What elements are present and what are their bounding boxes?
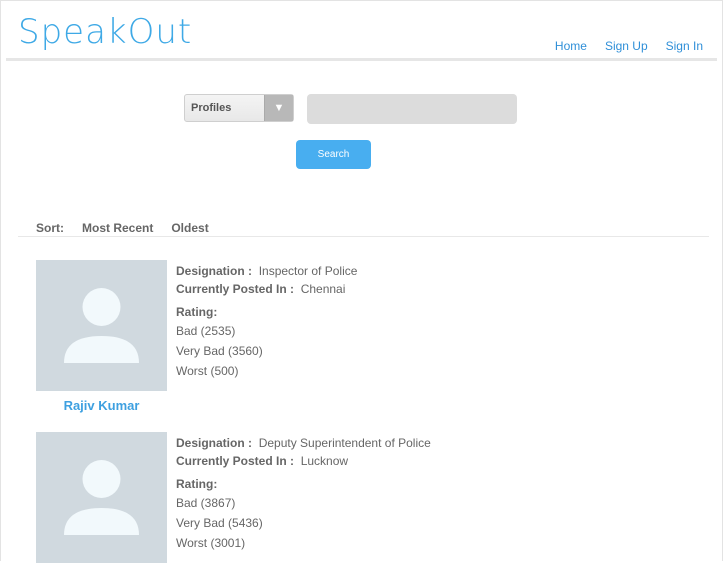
designation-label: Designation : [176, 436, 253, 450]
avatar[interactable] [36, 260, 167, 391]
logo[interactable]: SpeakOut [18, 12, 192, 52]
posted-label: Currently Posted In : [176, 282, 295, 296]
sort-bar: Sort: Most Recent Oldest [36, 221, 209, 235]
posted-value: Lucknow [300, 454, 349, 468]
designation-label: Designation : [176, 264, 253, 278]
rating-worst: Worst (500) [176, 364, 239, 378]
user-silhouette-icon [64, 460, 139, 535]
header-divider [6, 58, 717, 61]
nav-signup-link[interactable]: Sign Up [605, 39, 648, 53]
top-nav: Home Sign Up Sign In [555, 39, 703, 53]
dropdown-arrow[interactable]: ▼ [264, 95, 293, 121]
rating-very-bad: Very Bad (5436) [176, 516, 263, 530]
rating-very-bad: Very Bad (3560) [176, 344, 263, 358]
sort-oldest[interactable]: Oldest [171, 221, 208, 235]
nav-home-link[interactable]: Home [555, 39, 587, 53]
profile-name-link[interactable]: Rajiv Kumar [36, 398, 167, 413]
sort-label: Sort: [36, 221, 64, 235]
posted-value: Chennai [300, 282, 346, 296]
sort-divider [18, 236, 709, 237]
nav-signin-link[interactable]: Sign In [666, 39, 703, 53]
profile-info: Designation : Deputy Superintendent of P… [176, 434, 431, 553]
designation-value: Inspector of Police [258, 264, 358, 278]
rating-label: Rating: [176, 305, 218, 319]
rating-bad: Bad (3867) [176, 496, 236, 510]
search-category-value: Profiles [191, 102, 232, 114]
search-button[interactable]: Search [296, 140, 371, 169]
posted-label: Currently Posted In : [176, 454, 295, 468]
rating-bad: Bad (2535) [176, 324, 236, 338]
triangle-down-icon: ▼ [273, 102, 285, 114]
profile-info: Designation : Inspector of Police Curren… [176, 262, 357, 381]
user-silhouette-icon [64, 288, 139, 363]
sort-most-recent[interactable]: Most Recent [82, 221, 153, 235]
avatar[interactable] [36, 432, 167, 563]
search-input[interactable] [307, 94, 517, 124]
rating-worst: Worst (3001) [176, 536, 246, 550]
rating-label: Rating: [176, 477, 218, 491]
search-category-select[interactable]: Profiles ▼ [184, 94, 294, 122]
designation-value: Deputy Superintendent of Police [258, 436, 431, 450]
